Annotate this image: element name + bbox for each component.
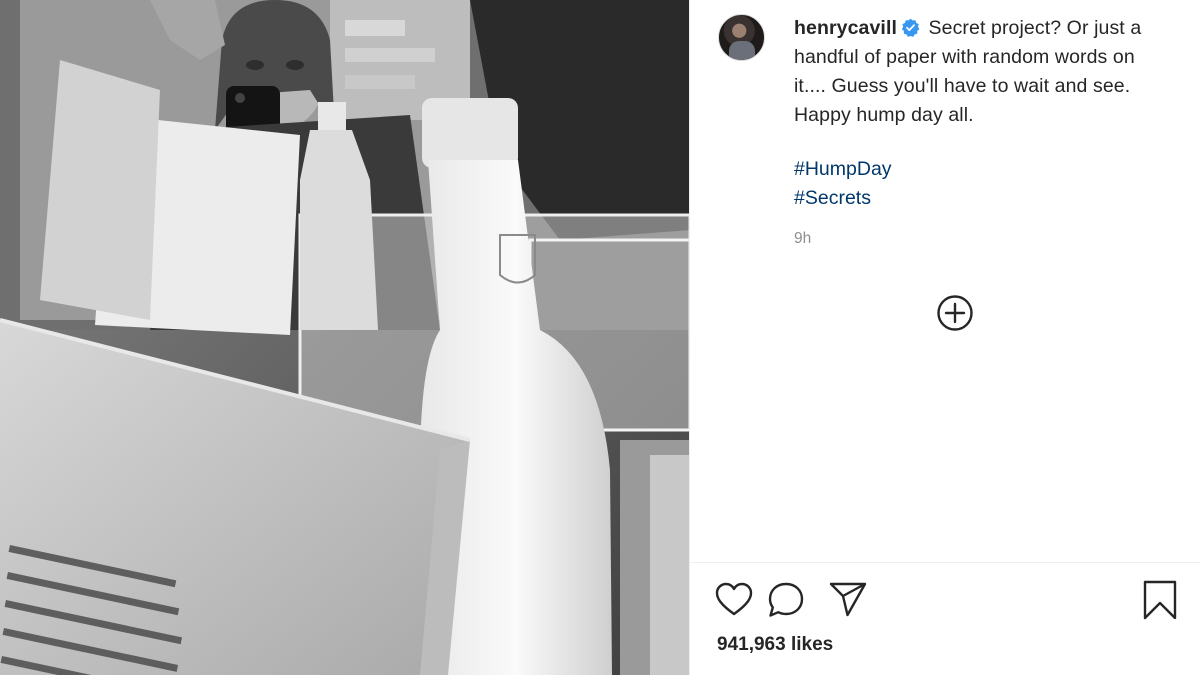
paper-plane-icon[interactable]	[828, 580, 868, 620]
hashtag-list: #HumpDay #Secrets	[794, 155, 1160, 213]
author-username[interactable]: henrycavill	[794, 17, 897, 39]
profile-avatar-icon[interactable]	[718, 14, 765, 61]
bookmark-icon[interactable]	[1140, 580, 1180, 620]
heart-icon[interactable]	[714, 580, 754, 620]
verified-badge-icon	[901, 18, 920, 37]
instagram-post: henrycavill Secret project? Or just a ha…	[0, 0, 1200, 675]
comment-bubble-icon[interactable]	[766, 580, 806, 620]
hashtag-secrets[interactable]: #Secrets	[794, 184, 1160, 213]
action-bar	[714, 580, 1180, 620]
likes-count[interactable]: 941,963 likes	[717, 634, 833, 656]
post-photo[interactable]	[0, 0, 690, 675]
plus-circle-icon[interactable]	[936, 294, 974, 332]
caption: henrycavill Secret project? Or just a ha…	[794, 14, 1160, 130]
photo-mirror-selfie	[0, 0, 689, 675]
hashtag-humpday[interactable]: #HumpDay	[794, 155, 1160, 184]
actions-divider	[690, 562, 1200, 563]
caption-row: henrycavill Secret project? Or just a ha…	[690, 0, 1200, 248]
post-details-panel: henrycavill Secret project? Or just a ha…	[690, 0, 1200, 675]
post-timestamp[interactable]: 9h	[794, 230, 1160, 248]
caption-body: henrycavill Secret project? Or just a ha…	[794, 14, 1160, 248]
